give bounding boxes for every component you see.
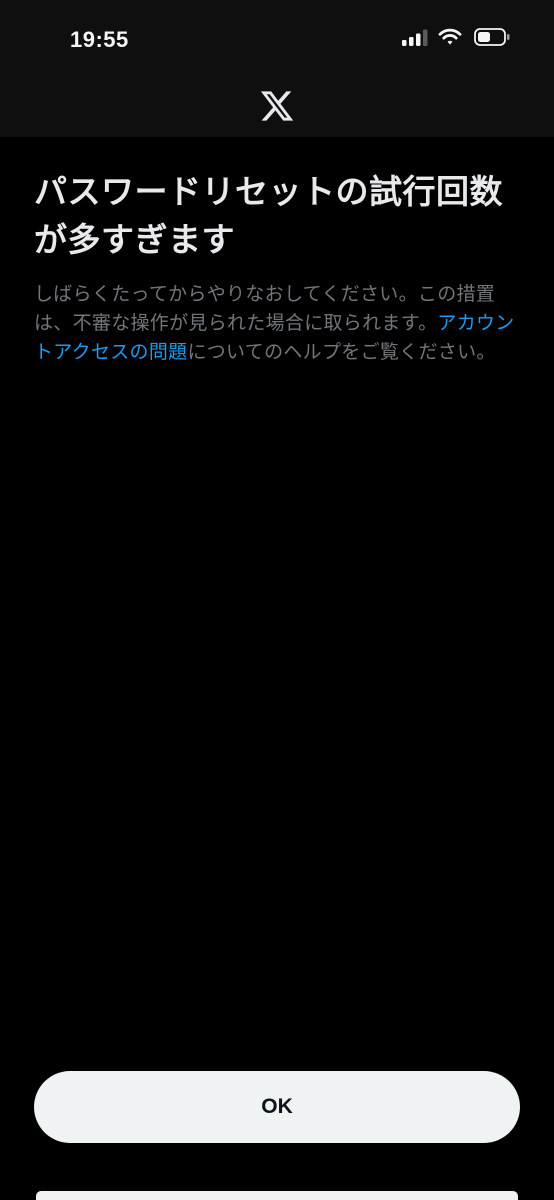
home-indicator	[36, 1191, 518, 1200]
dialog-content: パスワードリセットの試行回数が多すぎます しばらくたってからやりなおしてください…	[34, 168, 524, 367]
status-icons	[402, 28, 510, 46]
cellular-signal-icon	[402, 29, 428, 46]
status-bar: 19:55	[0, 0, 554, 80]
description-text-before-link: しばらくたってからやりなおしてください。この措置は、不審な操作が見られた場合に取…	[34, 283, 496, 334]
wifi-icon	[438, 28, 462, 45]
status-time: 19:55	[70, 27, 129, 52]
navigation-bar	[0, 80, 554, 137]
x-logo-icon	[260, 91, 294, 121]
ok-button[interactable]: OK	[34, 1071, 520, 1143]
battery-icon	[474, 28, 510, 46]
page-title: パスワードリセットの試行回数が多すぎます	[34, 172, 503, 259]
description-text-after-link: についてのヘルプをご覧ください。	[187, 341, 496, 363]
description-text: しばらくたってからやりなおしてください。この措置は、不審な操作が見られた場合に取…	[34, 280, 524, 367]
